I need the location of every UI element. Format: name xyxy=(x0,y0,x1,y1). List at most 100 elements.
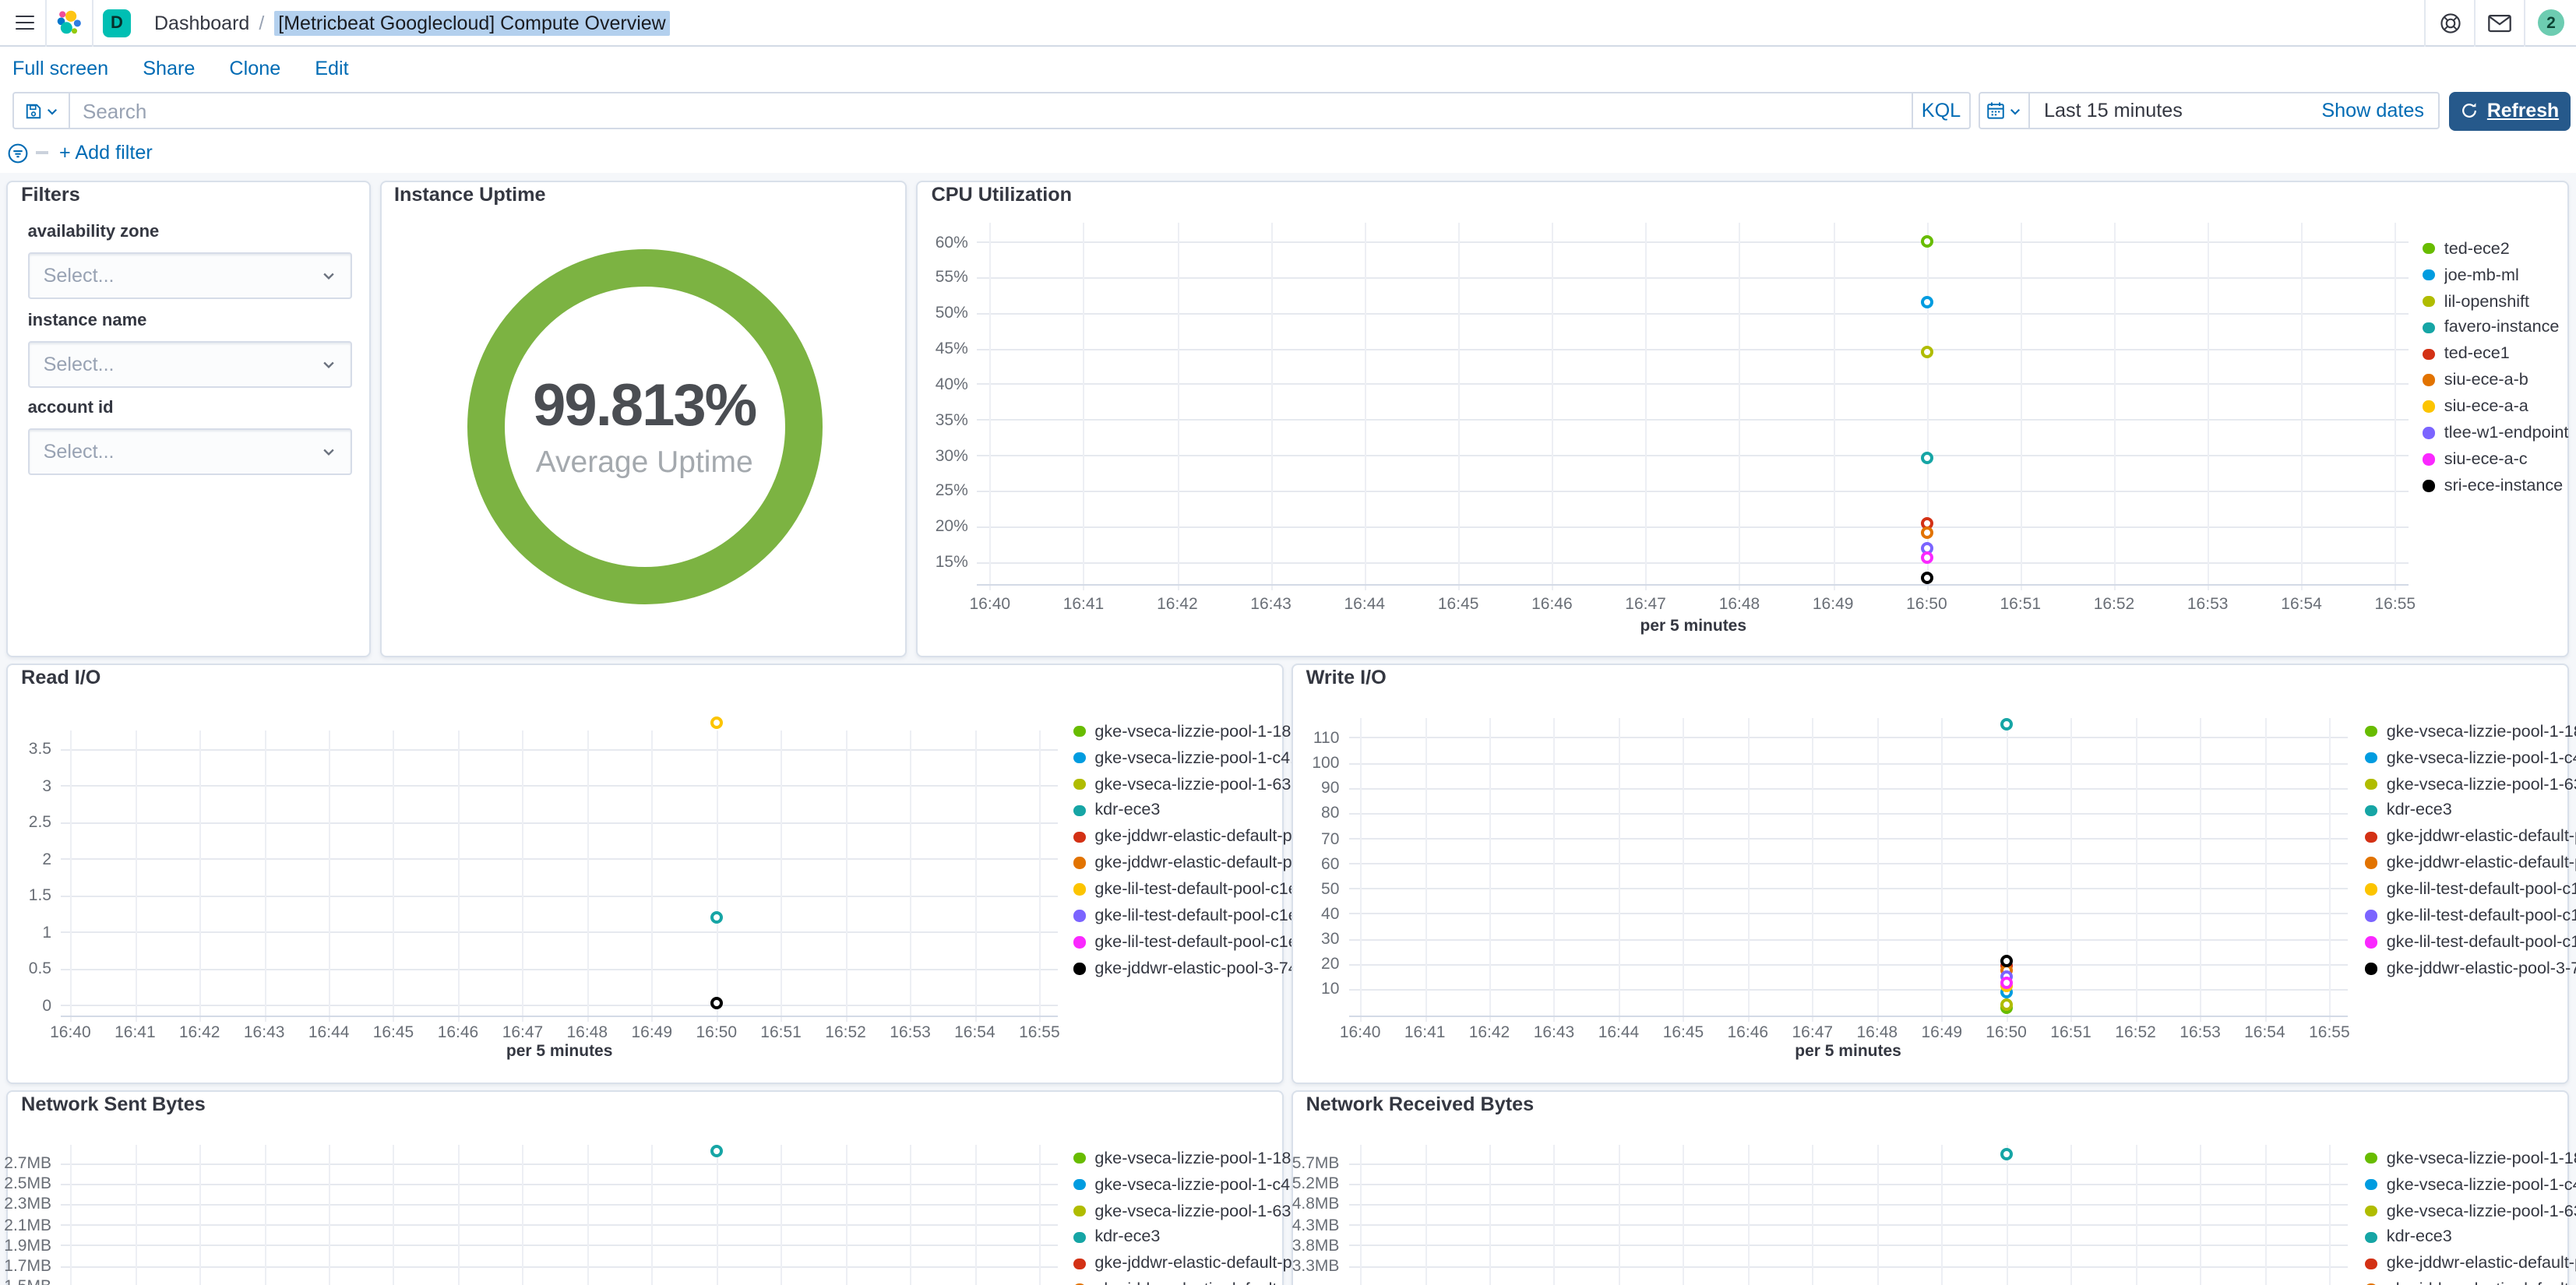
x-axis-tick-label: 16:53 xyxy=(2170,595,2245,614)
y-axis-tick-label: 50 xyxy=(1267,879,1339,898)
panel-title: Network Received Bytes xyxy=(1306,1093,1535,1115)
legend-item[interactable]: gke-vseca-lizzie-pool-1-630... xyxy=(1073,771,1297,797)
legend-dot xyxy=(1073,1153,1085,1164)
legend-item[interactable]: gke-vseca-lizzie-pool-1-630... xyxy=(2366,1198,2576,1224)
legend-item[interactable]: gke-lil-test-default-pool-c1e... xyxy=(1073,929,1297,956)
legend-label: gke-vseca-lizzie-pool-1-c417... xyxy=(2387,1175,2576,1194)
legend-item[interactable]: kdr-ece3 xyxy=(1073,1224,1297,1251)
x-axis-tick-label: 16:48 xyxy=(1840,1023,1915,1041)
refresh-button[interactable]: Refresh xyxy=(2449,92,2571,130)
y-axis-tick-label: 30 xyxy=(1267,930,1339,949)
legend-item[interactable]: gke-vseca-lizzie-pool-1-c417... xyxy=(1073,745,1297,771)
legend-item[interactable]: ted-ece2 xyxy=(2423,236,2569,262)
legend-item[interactable]: gke-jddwr-elastic-default-po... xyxy=(1073,1277,1297,1285)
legend-item[interactable]: favero-instance xyxy=(2423,315,2569,341)
legend-item[interactable]: gke-jddwr-elastic-default-po... xyxy=(1073,850,1297,877)
legend-item[interactable]: gke-vseca-lizzie-pool-1-630... xyxy=(1073,1198,1297,1224)
account-id-select[interactable]: Select... xyxy=(28,428,352,475)
x-gridline xyxy=(1271,223,1273,590)
space-badge[interactable]: D xyxy=(103,9,131,37)
chart-point xyxy=(710,717,723,730)
x-axis-title: per 5 minutes xyxy=(466,1042,653,1061)
legend-item[interactable]: siu-ece-a-c xyxy=(2423,446,2569,473)
clone-link[interactable]: Clone xyxy=(229,58,280,79)
x-axis-tick-label: 16:47 xyxy=(1609,595,1683,614)
y-axis-tick-label: 1 xyxy=(0,924,51,942)
user-avatar[interactable]: 2 xyxy=(2538,9,2564,36)
share-link[interactable]: Share xyxy=(143,58,195,79)
legend-item[interactable]: tlee-w1-endpoint xyxy=(2423,420,2569,446)
x-axis-tick-label: 16:45 xyxy=(1646,1023,1721,1041)
show-dates-link[interactable]: Show dates xyxy=(2321,100,2424,121)
legend-item[interactable]: gke-vseca-lizzie-pool-1-1877... xyxy=(1073,1146,1297,1172)
legend-item[interactable]: gke-lil-test-default-pool-c1e... xyxy=(2366,929,2576,956)
filter-icon[interactable] xyxy=(8,143,28,163)
legend-item[interactable]: joe-mb-ml xyxy=(2423,262,2569,288)
legend-item[interactable]: gke-jddwr-elastic-default-po... xyxy=(2366,1251,2576,1277)
panel-title: Write I/O xyxy=(1306,667,1387,688)
legend-item[interactable]: sri-ece-instance xyxy=(2423,473,2569,499)
select-placeholder: Select... xyxy=(44,354,115,375)
legend-dot xyxy=(1073,884,1085,896)
y-gridline xyxy=(61,1224,1058,1226)
legend-item[interactable]: ted-ece1 xyxy=(2423,341,2569,368)
instance-name-select[interactable]: Select... xyxy=(28,341,352,388)
legend-item[interactable]: gke-vseca-lizzie-pool-1-c417... xyxy=(1073,1171,1297,1198)
x-gridline xyxy=(781,731,783,1023)
panel-title: Filters xyxy=(21,184,80,206)
time-range-label[interactable]: Last 15 minutes xyxy=(2044,100,2183,121)
add-filter-link[interactable]: + Add filter xyxy=(59,142,153,164)
legend-item[interactable]: kdr-ece3 xyxy=(1073,797,1297,824)
legend-dot xyxy=(2366,804,2377,816)
query-language-button[interactable]: KQL xyxy=(1912,93,1969,128)
legend-item[interactable]: gke-vseca-lizzie-pool-1-1877... xyxy=(2366,1146,2576,1172)
legend-item[interactable]: gke-lil-test-default-pool-c1e... xyxy=(2366,903,2576,929)
legend-item[interactable]: gke-vseca-lizzie-pool-1-c417... xyxy=(2366,1171,2576,1198)
x-axis-tick-label: 16:43 xyxy=(1517,1023,1591,1041)
legend-item[interactable]: siu-ece-a-a xyxy=(2423,393,2569,420)
legend-item[interactable]: gke-jddwr-elastic-default-po... xyxy=(1073,824,1297,850)
legend-item[interactable]: gke-vseca-lizzie-pool-1-630... xyxy=(2366,771,2576,797)
x-axis-tick-label: 16:44 xyxy=(1327,595,1402,614)
x-gridline xyxy=(1084,223,1085,590)
legend-item[interactable]: gke-jddwr-elastic-pool-3-74... xyxy=(2366,956,2576,982)
legend-item[interactable]: gke-jddwr-elastic-pool-3-74... xyxy=(1073,956,1297,982)
quick-select-button[interactable] xyxy=(1980,93,2030,128)
search-input[interactable] xyxy=(70,93,1912,128)
legend-item[interactable]: gke-lil-test-default-pool-c1e... xyxy=(1073,876,1297,903)
notifications-button[interactable] xyxy=(2476,0,2524,46)
chart-point xyxy=(2000,977,2013,989)
y-gridline xyxy=(61,822,1058,824)
availability-zone-select[interactable]: Select... xyxy=(28,252,352,299)
y-axis-tick-label: 2.5 xyxy=(0,814,51,833)
breadcrumb-dashboard[interactable]: Dashboard xyxy=(154,12,249,33)
legend-item[interactable]: gke-vseca-lizzie-pool-1-1877... xyxy=(1073,719,1297,745)
legend-item[interactable]: kdr-ece3 xyxy=(2366,1224,2576,1251)
legend-item[interactable]: siu-ece-a-b xyxy=(2423,368,2569,394)
edit-link[interactable]: Edit xyxy=(315,58,348,79)
legend-item[interactable]: gke-lil-test-default-pool-c1e... xyxy=(2366,876,2576,903)
legend-label: gke-vseca-lizzie-pool-1-1877... xyxy=(1094,1149,1297,1167)
x-gridline xyxy=(1554,719,1556,1023)
x-axis-tick-label: 16:49 xyxy=(1795,595,1870,614)
saved-query-button[interactable] xyxy=(14,93,70,128)
full-screen-link[interactable]: Full screen xyxy=(12,58,108,79)
y-axis-tick-label: 110 xyxy=(1267,729,1339,748)
legend-item[interactable]: gke-vseca-lizzie-pool-1-1877... xyxy=(2366,719,2576,745)
legend-item[interactable]: lil-openshift xyxy=(2423,288,2569,315)
legend-item[interactable]: gke-vseca-lizzie-pool-1-c417... xyxy=(2366,745,2576,771)
hamburger-menu-icon[interactable] xyxy=(5,0,45,46)
legend-item[interactable]: kdr-ece3 xyxy=(2366,797,2576,824)
legend-item[interactable]: gke-jddwr-elastic-default-po... xyxy=(2366,824,2576,850)
legend-dot xyxy=(2423,296,2435,308)
legend-item[interactable]: gke-lil-test-default-pool-c1e... xyxy=(1073,903,1297,929)
help-button[interactable] xyxy=(2426,0,2474,46)
legend-item[interactable]: gke-jddwr-elastic-default-po... xyxy=(1073,1251,1297,1277)
elastic-logo[interactable] xyxy=(47,9,92,36)
legend-item[interactable]: gke-jddwr-elastic-default-po... xyxy=(2366,1277,2576,1285)
refresh-icon xyxy=(2461,102,2479,121)
legend-dot xyxy=(2423,269,2435,281)
x-axis-tick-label: 16:53 xyxy=(2163,1023,2238,1041)
x-gridline xyxy=(1619,719,1620,1023)
legend-item[interactable]: gke-jddwr-elastic-default-po... xyxy=(2366,850,2576,877)
